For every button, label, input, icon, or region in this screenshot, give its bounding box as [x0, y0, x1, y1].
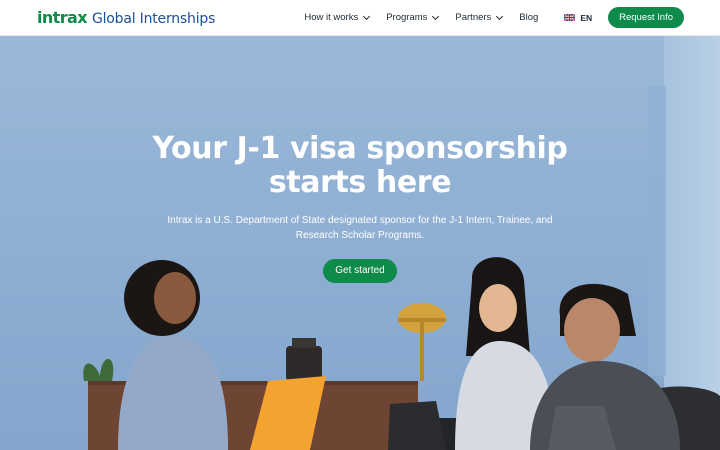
nav-how-it-works[interactable]: How it works	[304, 12, 371, 23]
logo-subtitle: Global Internships	[91, 11, 216, 27]
language-selector[interactable]: EN	[564, 13, 592, 23]
get-started-button[interactable]: Get started	[323, 259, 397, 283]
main-nav: How it works Programs Partners Blog EN R…	[304, 7, 684, 28]
chevron-down-icon	[363, 12, 371, 20]
nav-label: Programs	[386, 12, 428, 23]
uk-flag-icon	[564, 14, 576, 21]
hero-subtitle: Intrax is a U.S. Department of State des…	[167, 215, 553, 241]
nav-blog[interactable]: Blog	[519, 12, 538, 23]
site-header: intrax Global Internships How it works P…	[0, 0, 720, 36]
hero-section: Your J-1 visa sponsorship starts here In…	[0, 36, 720, 450]
hero-content: Your J-1 visa sponsorship starts here In…	[0, 132, 720, 283]
chevron-down-icon	[496, 12, 504, 20]
request-info-button[interactable]: Request Info	[608, 7, 684, 28]
logo[interactable]: intrax Global Internships	[37, 8, 215, 27]
nav-label: Partners	[455, 12, 492, 23]
hero-title-line-1: Your J-1 visa sponsorship	[152, 131, 568, 166]
hero-title: Your J-1 visa sponsorship starts here	[0, 132, 720, 200]
language-label: EN	[580, 12, 593, 23]
nav-partners[interactable]: Partners	[455, 12, 504, 23]
hero-title-line-2: starts here	[268, 165, 452, 200]
logo-wordmark: intrax	[37, 8, 88, 27]
chevron-down-icon	[432, 12, 440, 20]
nav-label: Blog	[519, 12, 539, 23]
nav-programs[interactable]: Programs	[386, 12, 440, 23]
nav-label: How it works	[304, 12, 359, 23]
